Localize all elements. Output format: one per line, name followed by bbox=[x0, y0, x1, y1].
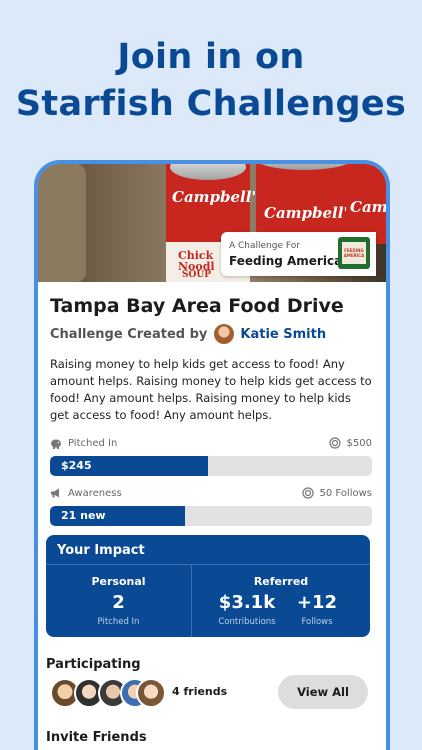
creator-name-link[interactable]: Katie Smith bbox=[240, 327, 326, 342]
pitched-in-progress-bar: $245 bbox=[50, 456, 372, 476]
challenge-for-label: A Challenge For bbox=[229, 241, 300, 251]
soup-can-left bbox=[38, 164, 86, 282]
goal-target-icon bbox=[328, 437, 341, 449]
promo-line-1: Join in on bbox=[117, 37, 305, 77]
awareness-row: Awareness 50 Follows bbox=[50, 487, 372, 501]
pitched-in-label: Pitched In bbox=[68, 437, 118, 449]
goal-target-icon bbox=[301, 487, 314, 499]
awareness-label: Awareness bbox=[68, 487, 122, 499]
friend-avatar bbox=[136, 678, 166, 708]
impact-title: Your Impact bbox=[57, 543, 145, 558]
pitched-in-progress-fill: $245 bbox=[50, 456, 208, 476]
megaphone-icon bbox=[51, 488, 59, 498]
impact-personal-label: Personal bbox=[91, 575, 146, 588]
invite-friends-label[interactable]: Invite Friends bbox=[46, 730, 147, 745]
challenge-title: Tampa Bay Area Food Drive bbox=[50, 295, 344, 317]
phone-frame: Campbell's Chick Noodl SOUP Campbell's C… bbox=[34, 160, 390, 750]
impact-follows-caption: Follows bbox=[301, 617, 333, 627]
impact-contributions-caption: Contributions bbox=[218, 617, 276, 627]
can-text-right: Campbell's bbox=[264, 204, 357, 222]
charity-logo-text: FEEDING AMERICA bbox=[343, 248, 365, 258]
awareness-progress-fill: 21 new bbox=[50, 506, 186, 526]
impact-follows-value: +12 bbox=[296, 592, 338, 613]
pitched-in-row: Pitched In $500 bbox=[50, 437, 372, 451]
charity-name: Feeding America bbox=[229, 254, 343, 268]
can-text-bottom: SOUP bbox=[182, 270, 211, 280]
can-text: Campbell's bbox=[172, 188, 265, 206]
awareness-goal: 50 Follows bbox=[319, 487, 372, 499]
can-text-far-right: Campbell's bbox=[350, 198, 386, 216]
participating-label: Participating bbox=[46, 657, 141, 672]
impact-divider-horizontal bbox=[46, 564, 370, 565]
impact-personal-value: 2 bbox=[112, 592, 125, 613]
friends-count: 4 friends bbox=[172, 685, 228, 698]
promo-line-2: Starfish Challenges bbox=[15, 84, 407, 124]
feeding-america-logo-icon: FEEDING AMERICA bbox=[338, 237, 370, 269]
challenge-description: Raising money to help kids get access to… bbox=[50, 357, 372, 422]
hero-image: Campbell's Chick Noodl SOUP Campbell's C… bbox=[38, 164, 386, 282]
pitched-in-goal: $500 bbox=[346, 437, 372, 449]
awareness-progress-bar: 21 new bbox=[50, 506, 372, 526]
friend-avatars[interactable] bbox=[50, 678, 170, 710]
can-text-partial: Chick Noodl bbox=[178, 249, 215, 273]
charity-tag[interactable]: A Challenge For Feeding America FEEDING … bbox=[221, 232, 376, 276]
impact-referred-label: Referred bbox=[253, 575, 309, 588]
your-impact-card: Your Impact Personal 2 Pitched In Referr… bbox=[46, 535, 370, 637]
impact-contributions-value: $3.1k bbox=[218, 592, 276, 613]
promo-headline: Join in on Starfish Challenges bbox=[0, 34, 422, 128]
piggy-bank-icon bbox=[51, 439, 61, 449]
view-all-button[interactable]: View All bbox=[278, 675, 368, 709]
creator-row: Challenge Created by Katie Smith bbox=[50, 324, 326, 344]
soup-can-right bbox=[256, 164, 352, 240]
creator-avatar[interactable] bbox=[214, 324, 235, 344]
impact-personal-caption: Pitched In bbox=[97, 617, 140, 627]
created-by-label: Challenge Created by bbox=[50, 326, 208, 342]
